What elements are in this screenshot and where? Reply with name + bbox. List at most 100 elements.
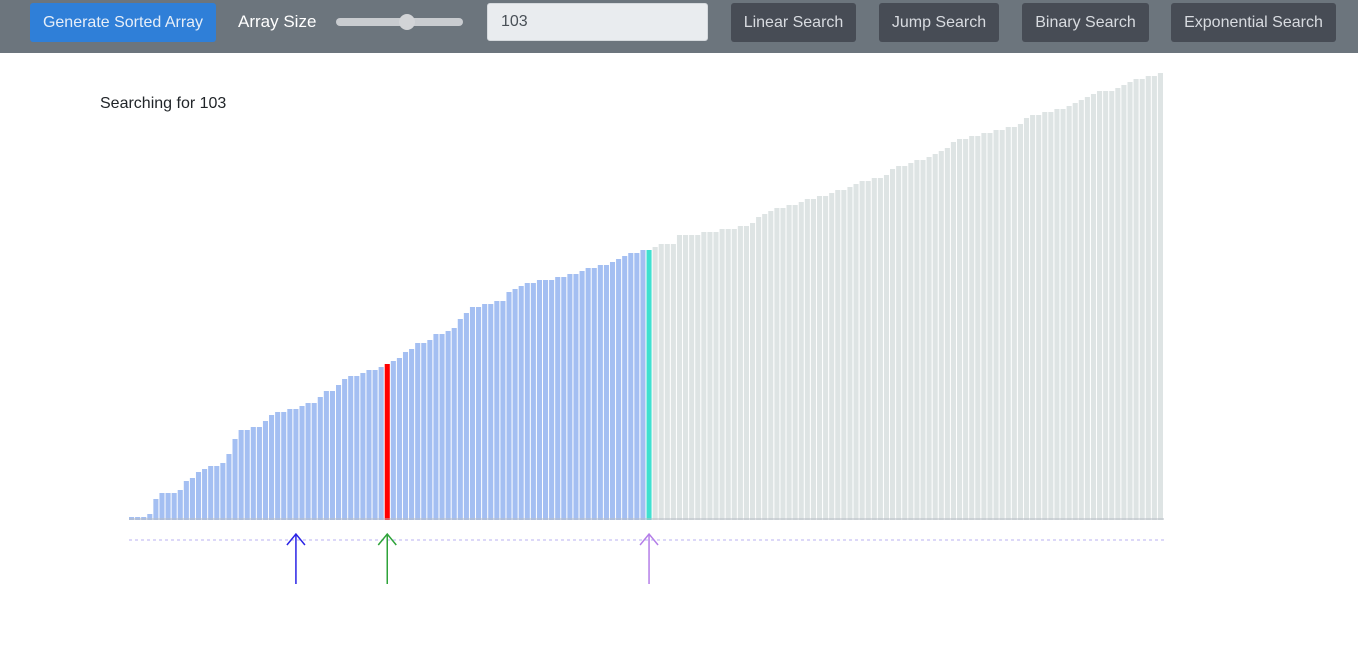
array-bar	[524, 283, 530, 520]
array-bar	[762, 214, 768, 520]
array-bar	[567, 274, 573, 520]
array-bar	[938, 151, 944, 520]
array-bar	[1066, 106, 1072, 520]
array-bar	[1011, 127, 1017, 520]
array-bar	[329, 391, 335, 520]
array-bar	[1072, 103, 1078, 520]
array-bar	[293, 409, 299, 520]
array-bar	[859, 181, 865, 520]
array-bar	[299, 406, 305, 520]
array-bar	[676, 235, 683, 520]
array-bar	[1048, 112, 1054, 520]
array-bar	[865, 181, 871, 520]
array-bar	[1060, 109, 1066, 520]
array-bar	[482, 304, 488, 520]
array-bar	[725, 229, 731, 520]
array-bar	[536, 280, 542, 520]
array-bar	[439, 334, 445, 520]
array-bar	[853, 184, 859, 520]
array-bar	[999, 130, 1005, 520]
array-bar	[171, 493, 177, 520]
array-bar	[1139, 79, 1145, 520]
array-bar	[609, 262, 616, 520]
array-bar	[323, 391, 329, 520]
array-bar	[743, 226, 749, 520]
array-bar	[957, 139, 963, 520]
array-bar	[415, 343, 421, 520]
array-bar	[823, 196, 829, 520]
array-bar	[585, 268, 591, 520]
array-bar	[1133, 79, 1139, 520]
array-bar	[1121, 85, 1127, 520]
array-bar	[786, 205, 792, 520]
array-bar	[792, 205, 798, 520]
array-bar	[384, 364, 390, 520]
array-bar	[890, 169, 896, 520]
array-bar	[177, 490, 183, 520]
array-bar	[707, 232, 713, 520]
array-bar	[512, 289, 518, 520]
array-bar	[342, 379, 348, 520]
array-bar	[281, 412, 287, 520]
array-bar	[896, 166, 902, 520]
array-bar	[543, 280, 549, 520]
array-bar	[1109, 91, 1115, 520]
array-bar	[214, 466, 220, 520]
array-bar	[597, 265, 603, 520]
array-bar	[378, 367, 384, 520]
array-bar	[275, 412, 281, 520]
array-bar	[317, 397, 323, 520]
array-bar	[829, 193, 835, 520]
array-bar	[950, 142, 956, 520]
array-bar	[250, 427, 256, 520]
array-bar	[1030, 115, 1036, 520]
array-bar	[993, 130, 999, 520]
array-bar	[366, 370, 372, 520]
array-bar	[701, 232, 707, 520]
array-bar	[963, 139, 969, 520]
array-bar	[628, 253, 634, 520]
array-bar	[348, 376, 354, 520]
array-bar	[908, 163, 914, 520]
array-bar	[987, 133, 993, 520]
array-bar	[183, 481, 189, 520]
array-bar	[591, 268, 597, 520]
array-bar	[634, 253, 640, 520]
array-bar	[1078, 100, 1084, 520]
array-bar	[1115, 88, 1121, 520]
array-bar	[1042, 112, 1048, 520]
array-bar	[810, 199, 816, 520]
array-bar	[195, 472, 202, 520]
array-bar	[421, 343, 427, 520]
array-bar	[731, 229, 737, 520]
array-bar	[469, 307, 476, 520]
array-bar	[518, 286, 524, 520]
array-bar	[159, 493, 165, 520]
array-bar	[756, 217, 762, 520]
array-bar	[877, 178, 883, 520]
array-bar	[847, 187, 853, 520]
array-bar	[932, 154, 938, 520]
array-bar	[390, 361, 396, 520]
array-bar	[165, 493, 171, 520]
array-bar	[652, 247, 658, 520]
array-bar	[530, 283, 536, 520]
array-bar	[768, 211, 774, 520]
array-bar	[269, 415, 275, 520]
array-bar	[695, 235, 701, 520]
array-bar	[883, 175, 890, 520]
array-bar	[841, 190, 847, 520]
array-bar	[658, 244, 664, 520]
mid-pointer-up-arrow-icon	[377, 532, 397, 584]
array-bar	[835, 190, 841, 520]
array-bar	[1017, 124, 1023, 520]
array-bar	[1036, 115, 1042, 520]
array-bar	[975, 136, 981, 520]
array-bar	[238, 430, 244, 520]
array-bar	[640, 250, 646, 520]
array-bar	[1023, 118, 1030, 520]
array-bar	[914, 160, 920, 520]
array-bar	[311, 403, 317, 520]
array-bar	[737, 226, 743, 520]
array-bar	[920, 160, 926, 520]
